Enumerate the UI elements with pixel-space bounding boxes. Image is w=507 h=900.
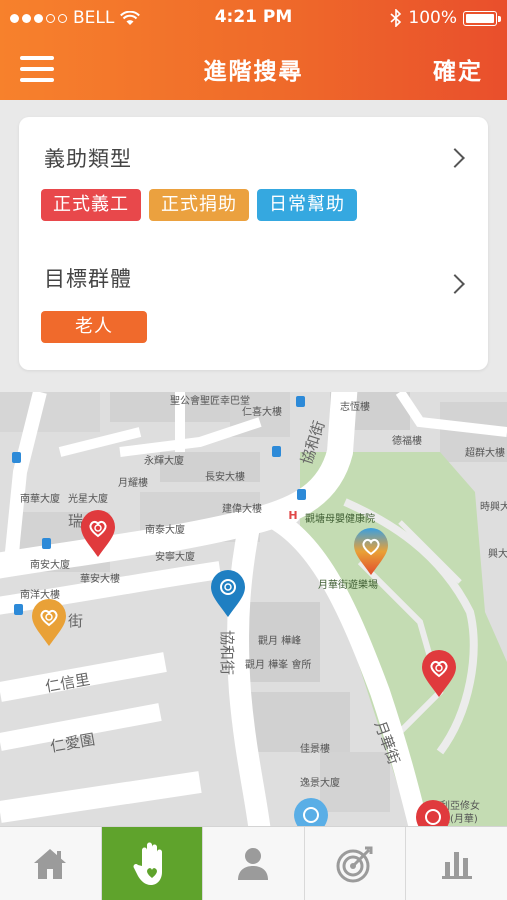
tab-help[interactable] (101, 827, 204, 900)
tab-bar (0, 826, 507, 900)
target-icon (336, 846, 373, 882)
map-label: 建偉大樓 (222, 504, 262, 515)
map-label: 逸景大廈 (300, 778, 340, 789)
map-label: 長安大樓 (205, 472, 245, 483)
map-label: 志恆樓 (340, 402, 370, 413)
map-label: 仁喜大樓 (242, 407, 282, 418)
bus-stop-icon (272, 446, 281, 457)
status-bar: BELL 4:21 PM 100% (0, 0, 507, 36)
bus-stop-icon (296, 396, 305, 407)
map-pin-multi-icon[interactable] (352, 526, 390, 576)
map-label: 南安大廈 (30, 560, 70, 571)
map-label: 興大 (488, 549, 507, 560)
map-label: 光星大廈 (68, 494, 108, 505)
home-icon (34, 848, 67, 879)
map-pin-daily-help-icon[interactable] (209, 568, 247, 618)
map-label: 佳景樓 (300, 744, 330, 755)
bluetooth-icon (390, 9, 402, 27)
status-right: 100% (390, 8, 501, 28)
service-type-chevron-icon[interactable] (445, 148, 465, 168)
street-label: 街 (68, 612, 84, 630)
hand-heart-icon (133, 842, 162, 885)
map-label: 觀月 樺峰 (258, 636, 302, 647)
map-pin-volunteer-icon[interactable] (79, 508, 117, 558)
map-pin-donation-icon[interactable] (30, 597, 68, 647)
confirm-button[interactable]: 確定 (433, 52, 483, 86)
target-group-chips: 老人 (41, 311, 147, 343)
page-title: 進階搜尋 (203, 59, 304, 85)
map-label: 德福樓 (392, 436, 422, 447)
nav-bar: 進階搜尋 確定 (0, 36, 507, 100)
map-label: 南華大廈 (20, 494, 60, 505)
map-base (0, 392, 507, 826)
chip-elderly[interactable]: 老人 (41, 311, 147, 343)
tab-goals[interactable] (305, 827, 407, 900)
bus-stop-icon (14, 604, 23, 615)
bar-chart-icon (441, 851, 472, 879)
map-label: 安寧大廈 (155, 552, 195, 563)
map-pin-volunteer-icon[interactable] (414, 798, 452, 826)
map-label: 觀塘母嬰健康院 (305, 514, 375, 525)
tab-profile[interactable] (203, 827, 305, 900)
map-label: 聖公會聖匠幸巴堂 (170, 396, 250, 407)
map-label: 南泰大廈 (145, 525, 185, 536)
chip-formal-volunteer[interactable]: 正式義工 (41, 189, 141, 221)
map-label: 月耀樓 (118, 478, 148, 489)
service-type-chips: 正式義工 正式捐助 日常幫助 (41, 189, 357, 221)
person-icon (238, 847, 269, 880)
map-view[interactable]: 聖公會聖匠幸巴堂 仁喜大樓 志恆樓 德福樓 超群大樓 永輝大廈 長安大樓 月耀樓… (0, 392, 507, 826)
map-label: 時興大 (480, 502, 507, 513)
chip-formal-donation[interactable]: 正式捐助 (149, 189, 249, 221)
target-group-label: 目標群體 (44, 267, 132, 291)
bus-stop-icon (42, 538, 51, 549)
filter-card: 義助類型 正式義工 正式捐助 日常幫助 目標群體 老人 (19, 117, 488, 370)
map-pin-daily-help-icon[interactable] (292, 796, 330, 826)
tab-home[interactable] (0, 827, 102, 900)
top-bar: BELL 4:21 PM 100% 進階搜尋 確定 (0, 0, 507, 100)
target-group-chevron-icon[interactable] (445, 274, 465, 294)
chip-daily-help[interactable]: 日常幫助 (257, 189, 357, 221)
map-label: 月華街遊樂場 (318, 580, 378, 591)
service-type-label: 義助類型 (44, 147, 132, 171)
street-label: 協和街 (218, 629, 237, 676)
map-label: 永輝大廈 (144, 456, 184, 467)
bus-stop-icon (12, 452, 21, 463)
hospital-icon: H (286, 509, 300, 523)
map-label: 觀月 樺峯 會所 (245, 660, 312, 671)
tab-stats[interactable] (406, 827, 507, 900)
bus-stop-icon (297, 489, 306, 500)
battery-icon (463, 10, 501, 26)
battery-percent: 100% (408, 8, 457, 28)
map-label: 華安大樓 (80, 574, 120, 585)
map-pin-volunteer-icon[interactable] (420, 648, 458, 698)
map-label: 超群大樓 (465, 448, 505, 459)
